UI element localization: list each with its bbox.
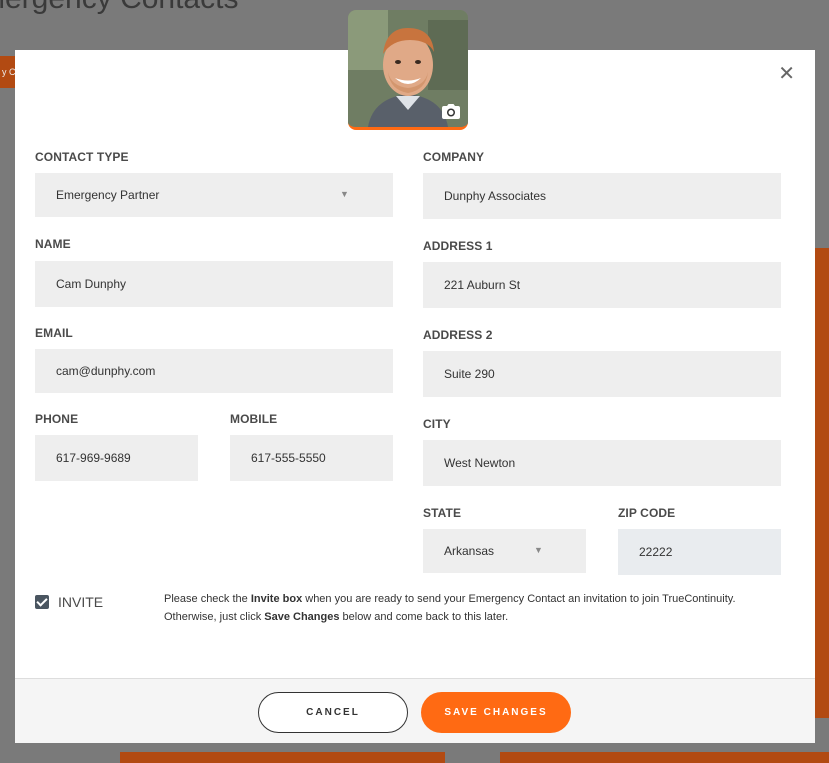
address2-value: Suite 290	[444, 367, 495, 381]
invite-label: INVITE	[58, 594, 104, 610]
company-value: Dunphy Associates	[444, 189, 547, 203]
save-changes-emphasis: Save Changes	[264, 611, 340, 623]
email-label: EMAIL	[35, 326, 73, 340]
name-label: NAME	[35, 237, 71, 251]
zip-field[interactable]: 22222	[618, 529, 781, 575]
city-value: West Newton	[444, 456, 516, 470]
city-field[interactable]: West Newton	[423, 440, 781, 486]
email-field[interactable]: cam@dunphy.com	[35, 349, 393, 393]
invite-text-part: below and come back to this later.	[339, 611, 509, 623]
name-field[interactable]: Cam Dunphy	[35, 261, 393, 307]
state-label: STATE	[423, 506, 462, 520]
background-panel	[815, 248, 829, 718]
address1-label: ADDRESS 1	[423, 239, 493, 253]
chevron-down-icon: ▼	[534, 545, 543, 555]
edit-contact-modal: ✕ CONTACT TYPE Emergency Partner ▼ NAME …	[15, 10, 815, 743]
mobile-value: 617-555-5550	[251, 451, 326, 465]
invite-text-part: when you are ready to send your Emergenc…	[302, 593, 736, 605]
invite-toggle[interactable]: INVITE	[35, 594, 103, 610]
zip-label: ZIP CODE	[618, 506, 676, 520]
background-card	[500, 752, 829, 763]
email-value: cam@dunphy.com	[56, 364, 156, 378]
address1-field[interactable]: 221 Auburn St	[423, 262, 781, 308]
zip-value: 22222	[639, 545, 673, 559]
camera-icon[interactable]	[442, 104, 460, 119]
mobile-field[interactable]: 617-555-5550	[230, 435, 393, 481]
state-value: Arkansas	[444, 544, 495, 558]
modal-footer: CANCEL SAVE CHANGES	[15, 678, 815, 743]
address2-field[interactable]: Suite 290	[423, 351, 781, 397]
avatar[interactable]	[348, 10, 468, 130]
chevron-down-icon: ▼	[340, 189, 349, 199]
phone-label: PHONE	[35, 412, 79, 426]
company-field[interactable]: Dunphy Associates	[423, 173, 781, 219]
contact-type-value: Emergency Partner	[56, 188, 160, 202]
invite-text-part: Otherwise, just click	[164, 611, 265, 623]
background-card	[120, 752, 445, 763]
cancel-button[interactable]: CANCEL	[258, 692, 408, 733]
state-select[interactable]: Arkansas ▼	[423, 529, 586, 573]
contact-type-select[interactable]: Emergency Partner ▼	[35, 173, 393, 217]
address1-value: 221 Auburn St	[444, 278, 521, 292]
city-label: CITY	[423, 417, 451, 431]
company-label: COMPANY	[423, 150, 485, 164]
invite-box-emphasis: Invite box	[250, 593, 303, 605]
invite-checkbox[interactable]	[35, 595, 49, 609]
close-icon[interactable]: ✕	[778, 64, 795, 84]
invite-help-text: Please check the Invite box when you are…	[164, 590, 784, 626]
mobile-label: MOBILE	[230, 412, 278, 426]
phone-value: 617-969-9689	[56, 451, 131, 465]
phone-field[interactable]: 617-969-9689	[35, 435, 198, 481]
invite-text-part: Please check the	[164, 593, 251, 605]
address2-label: ADDRESS 2	[423, 328, 493, 342]
save-changes-button[interactable]: SAVE CHANGES	[421, 692, 571, 733]
background-page-title: Emergency Contacts	[0, 0, 238, 16]
contact-type-label: CONTACT TYPE	[35, 150, 129, 164]
name-value: Cam Dunphy	[56, 277, 127, 291]
